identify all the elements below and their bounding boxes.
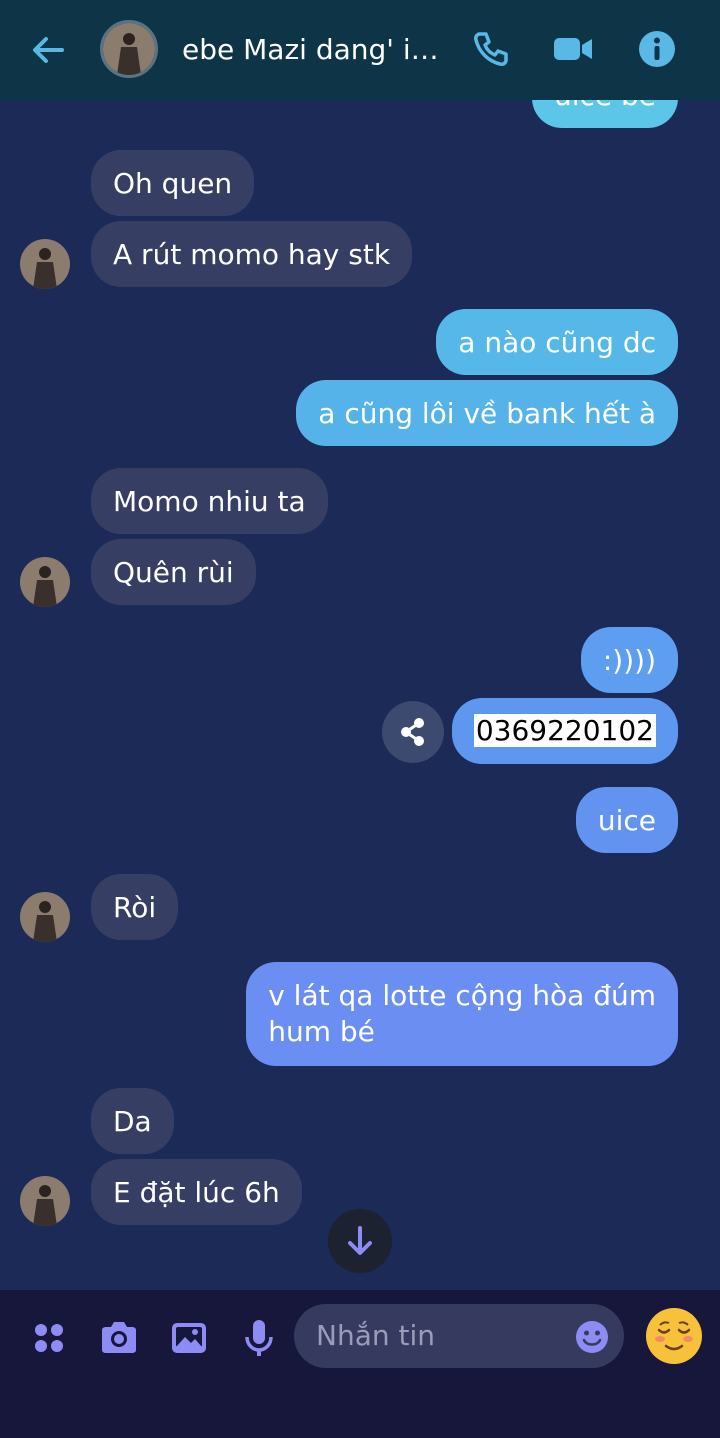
sender-avatar[interactable] xyxy=(20,1176,70,1226)
message-bubble-incoming[interactable]: Quên rùi xyxy=(91,539,256,605)
message-bubble-outgoing[interactable]: a nào cũng dc xyxy=(436,309,678,375)
apps-menu-icon[interactable] xyxy=(28,1317,70,1359)
relieved-face-emoji-icon xyxy=(647,1309,701,1363)
message-input-placeholder: Nhắn tin xyxy=(316,1319,435,1352)
camera-icon[interactable] xyxy=(98,1317,140,1359)
selected-text[interactable]: 0369220102 xyxy=(473,714,656,747)
message-bubble-incoming[interactable]: E đặt lúc 6h xyxy=(91,1159,302,1225)
message-bubble-incoming[interactable]: Momo nhiu ta xyxy=(91,468,328,534)
message-bubble-incoming[interactable]: A rút momo hay stk xyxy=(91,221,413,287)
sender-avatar[interactable] xyxy=(20,557,70,607)
chat-header: ebe Mazi dang' iu... xyxy=(0,0,720,100)
chat-title[interactable]: ebe Mazi dang' iu... xyxy=(182,30,452,70)
phone-call-icon[interactable] xyxy=(470,28,512,70)
message-bubble-outgoing[interactable]: 0369220102 xyxy=(451,698,678,764)
message-bubble-outgoing[interactable]: uice xyxy=(575,787,678,853)
quick-reaction-emoji-button[interactable] xyxy=(646,1308,702,1364)
contact-avatar[interactable] xyxy=(100,20,158,78)
back-arrow-icon[interactable] xyxy=(28,30,68,70)
message-bubble-outgoing[interactable]: v lát qa lotte cộng hòa đúm hum bé xyxy=(246,962,678,1066)
video-call-icon[interactable] xyxy=(552,28,594,70)
arrow-down-icon xyxy=(348,1226,372,1255)
share-button[interactable] xyxy=(382,701,444,763)
share-icon xyxy=(401,718,424,746)
gallery-icon[interactable] xyxy=(168,1317,210,1359)
sender-avatar[interactable] xyxy=(20,239,70,289)
message-bubble-incoming[interactable]: Ròi xyxy=(91,874,179,940)
sender-avatar[interactable] xyxy=(20,892,70,942)
info-icon[interactable] xyxy=(636,28,678,70)
message-bubble-outgoing[interactable]: a cũng lôi về bank hết à xyxy=(296,380,678,446)
scroll-to-bottom-button[interactable] xyxy=(328,1209,392,1273)
microphone-icon[interactable] xyxy=(238,1317,280,1359)
message-bubble-outgoing[interactable]: :)))) xyxy=(580,627,678,693)
message-bubble-incoming[interactable]: Oh quen xyxy=(91,150,255,216)
message-input[interactable]: Nhắn tin xyxy=(294,1304,624,1368)
message-bubble-incoming[interactable]: Da xyxy=(91,1088,174,1154)
emoji-picker-icon[interactable] xyxy=(574,1319,610,1355)
